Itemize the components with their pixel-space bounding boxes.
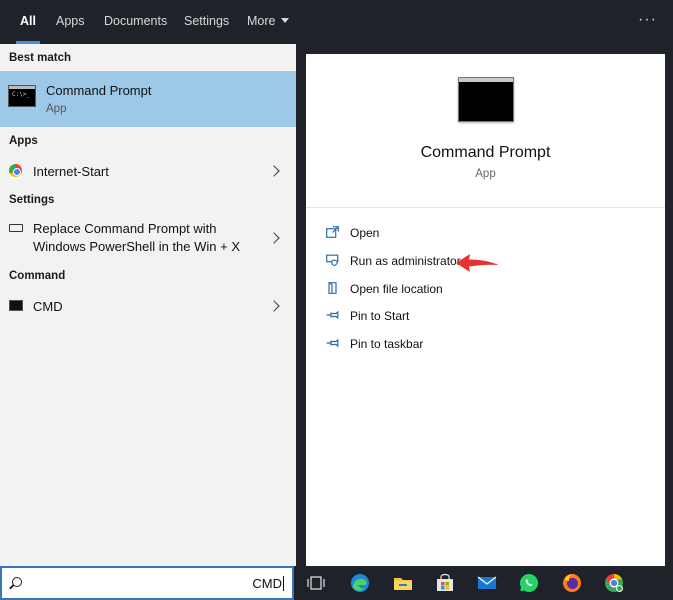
taskbar: CMD bbox=[0, 566, 673, 600]
firefox-icon[interactable] bbox=[561, 572, 583, 594]
action-open-file-location[interactable]: Open file location bbox=[326, 280, 526, 300]
action-pin-to-taskbar[interactable]: Pin to taskbar bbox=[326, 335, 526, 355]
command-prompt-icon: C:\>_ bbox=[8, 85, 36, 107]
action-label: Run as administrator bbox=[350, 254, 461, 268]
preview-subtitle: App bbox=[475, 168, 496, 180]
caret-down-icon bbox=[281, 18, 290, 23]
tab-settings[interactable]: Settings bbox=[184, 0, 229, 44]
command-prompt-icon bbox=[458, 77, 514, 122]
preview-panel: Command Prompt App Open Run as administr… bbox=[306, 54, 665, 566]
search-input-value: CMD bbox=[252, 576, 282, 591]
tab-more[interactable]: More bbox=[247, 0, 290, 44]
file-explorer-icon[interactable] bbox=[392, 572, 414, 594]
task-view-icon[interactable] bbox=[305, 572, 327, 594]
tab-documents[interactable]: Documents bbox=[104, 0, 167, 44]
best-match-command-prompt[interactable]: C:\>_ Command Prompt App bbox=[0, 71, 296, 127]
list-item-cmd[interactable]: CMD bbox=[0, 290, 296, 322]
shield-icon bbox=[326, 254, 339, 266]
action-label: Open file location bbox=[350, 282, 443, 296]
search-input[interactable]: CMD bbox=[0, 566, 294, 600]
chrome-icon bbox=[9, 164, 22, 177]
open-icon bbox=[326, 226, 339, 238]
tab-all[interactable]: All bbox=[16, 0, 40, 44]
list-item-internet-start[interactable]: Internet-Start bbox=[0, 155, 296, 187]
file-location-icon bbox=[328, 282, 337, 294]
chrome-icon[interactable] bbox=[603, 572, 625, 594]
action-label: Open bbox=[350, 226, 380, 240]
pin-icon bbox=[326, 338, 339, 348]
search-icon bbox=[12, 577, 22, 587]
setting-line-1: Replace Command Prompt with bbox=[33, 221, 217, 236]
results-panel: Best match C:\>_ Command Prompt App Apps… bbox=[0, 44, 296, 566]
pin-icon bbox=[326, 310, 339, 320]
best-match-title: Command Prompt bbox=[46, 83, 152, 98]
mail-icon[interactable] bbox=[476, 572, 498, 594]
setting-line-2: Windows PowerShell in the Win + X bbox=[33, 239, 241, 254]
red-arrow-icon bbox=[456, 254, 499, 272]
divider bbox=[306, 207, 665, 208]
best-match-subtitle: App bbox=[46, 103, 67, 115]
chevron-right-icon bbox=[268, 300, 280, 312]
tab-more-label: More bbox=[247, 14, 276, 28]
section-command: Command bbox=[9, 270, 66, 282]
action-open[interactable]: Open bbox=[326, 224, 526, 244]
search-tab-bar: All Apps Documents Settings More ··· bbox=[0, 0, 673, 44]
list-item-replace-command-prompt[interactable]: Replace Command Prompt with Windows Powe… bbox=[0, 214, 296, 262]
section-best-match: Best match bbox=[9, 52, 71, 64]
preview-title: Command Prompt bbox=[420, 144, 551, 161]
edge-icon[interactable] bbox=[349, 572, 371, 594]
chevron-right-icon bbox=[268, 232, 280, 244]
tab-apps[interactable]: Apps bbox=[56, 0, 85, 44]
monitor-icon bbox=[9, 224, 23, 232]
command-prompt-icon bbox=[9, 300, 23, 311]
action-label: Pin to taskbar bbox=[350, 337, 424, 351]
more-options-icon[interactable]: ··· bbox=[638, 0, 657, 44]
action-label: Pin to Start bbox=[350, 309, 410, 323]
list-item-label: Internet-Start bbox=[33, 164, 109, 179]
chevron-right-icon bbox=[268, 165, 280, 177]
action-pin-to-start[interactable]: Pin to Start bbox=[326, 307, 526, 327]
whatsapp-icon[interactable] bbox=[518, 572, 540, 594]
store-icon[interactable] bbox=[434, 572, 456, 594]
section-apps: Apps bbox=[9, 135, 38, 147]
section-settings: Settings bbox=[9, 194, 55, 206]
list-item-label: CMD bbox=[33, 299, 63, 314]
